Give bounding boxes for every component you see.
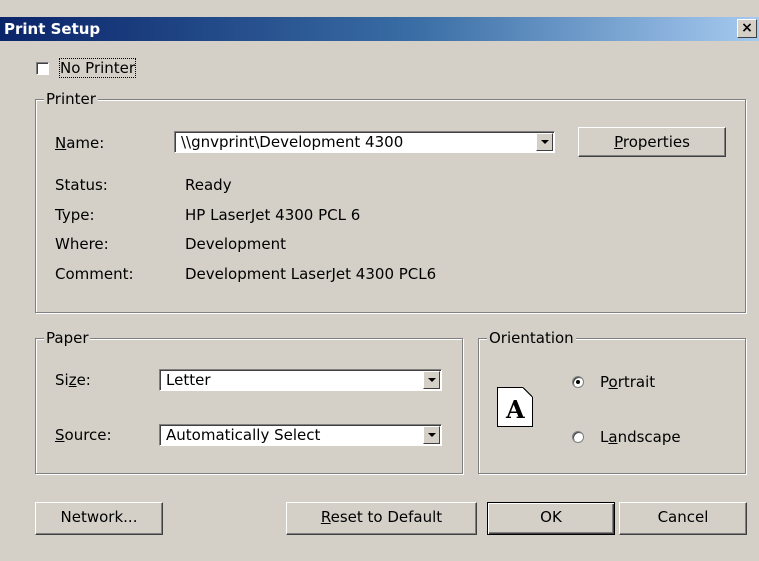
- network-button[interactable]: Network...: [35, 502, 163, 535]
- status-value: Ready: [185, 176, 232, 194]
- type-label: Type:: [55, 206, 95, 224]
- printer-legend: Printer: [44, 90, 98, 108]
- landscape-radio[interactable]: [572, 431, 584, 443]
- paper-size-combobox[interactable]: Letter: [159, 369, 442, 391]
- portrait-label[interactable]: Portrait: [600, 373, 655, 391]
- portrait-radio[interactable]: [572, 376, 584, 388]
- comment-value: Development LaserJet 4300 PCL6: [185, 265, 437, 283]
- landscape-label[interactable]: Landscape: [600, 428, 681, 446]
- title-bar: Print Setup ×: [0, 17, 759, 41]
- paper-source-value: Automatically Select: [166, 426, 321, 444]
- type-value: HP LaserJet 4300 PCL 6: [185, 206, 361, 224]
- no-printer-label[interactable]: No Printer: [58, 58, 137, 78]
- close-icon: ×: [741, 20, 753, 36]
- no-printer-checkbox[interactable]: [36, 62, 49, 75]
- printer-name-combobox[interactable]: \\gnvprint\Development 4300: [174, 131, 555, 153]
- paper-source-combobox[interactable]: Automatically Select: [159, 424, 442, 446]
- orientation-legend: Orientation: [487, 329, 576, 347]
- name-label: Name:: [55, 134, 105, 152]
- paper-size-value: Letter: [166, 371, 211, 389]
- properties-button[interactable]: Properties: [578, 127, 726, 157]
- print-setup-dialog: No Printer Printer Name: \\gnvprint\Deve…: [0, 41, 759, 561]
- comment-label: Comment:: [55, 265, 134, 283]
- chevron-down-icon[interactable]: [423, 371, 440, 389]
- where-value: Development: [185, 235, 286, 253]
- printer-name-value: \\gnvprint\Development 4300: [181, 133, 404, 151]
- size-label: Size:: [55, 371, 91, 389]
- status-label: Status:: [55, 176, 108, 194]
- where-label: Where:: [55, 235, 109, 253]
- chevron-down-icon[interactable]: [423, 426, 440, 444]
- chevron-down-icon[interactable]: [536, 133, 553, 151]
- reset-to-default-button[interactable]: Reset to Default: [286, 502, 477, 535]
- close-button[interactable]: ×: [737, 19, 757, 38]
- ok-button[interactable]: OK: [487, 502, 615, 535]
- window-title: Print Setup: [4, 20, 101, 38]
- paper-group: Paper: [35, 329, 463, 474]
- paper-legend: Paper: [44, 329, 91, 347]
- page-orientation-icon: A: [497, 387, 533, 427]
- cancel-button[interactable]: Cancel: [619, 502, 747, 535]
- source-label: Source:: [55, 426, 112, 444]
